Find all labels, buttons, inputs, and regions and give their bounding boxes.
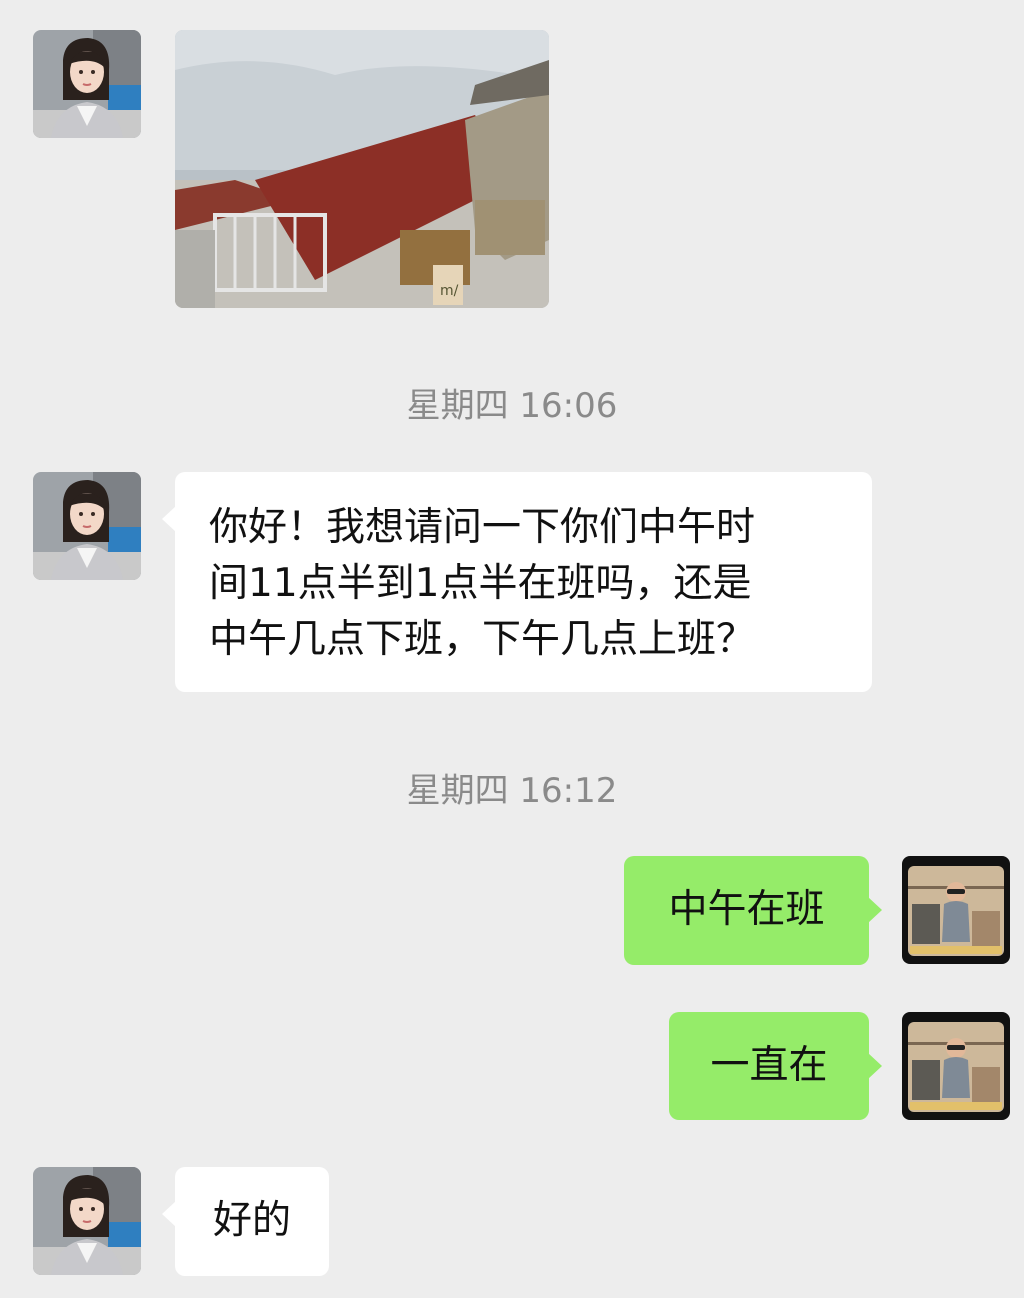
message-bubble-incoming[interactable]: 你好！我想请问一下你们中午时 间11点半到1点半在班吗，还是 中午几点下班，下午… [162, 472, 872, 692]
message-text-line: 一直在 [710, 1043, 828, 1088]
self-avatar[interactable] [902, 1012, 1010, 1120]
message-text-line: 中午在班 [668, 887, 825, 932]
contact-avatar[interactable] [33, 472, 141, 580]
photo-caption: m/ [440, 283, 459, 299]
rooftop-photo[interactable]: m/ [175, 30, 549, 308]
message-text-line: 你好！我想请问一下你们中午时 [209, 505, 756, 550]
message-bubble-outgoing[interactable]: 一直在 [669, 1012, 882, 1120]
contact-avatar[interactable] [33, 1167, 141, 1275]
timestamp: 星期四 16:12 [406, 771, 618, 811]
contact-avatar[interactable] [33, 30, 141, 138]
message-text-line: 中午几点下班，下午几点上班？ [209, 617, 756, 662]
message-bubble-outgoing[interactable]: 中午在班 [624, 856, 882, 965]
message-text-line: 好的 [212, 1198, 291, 1243]
timestamp: 星期四 16:06 [406, 386, 618, 426]
self-avatar[interactable] [902, 856, 1010, 964]
message-text-line: 间11点半到1点半在班吗，还是 [209, 561, 752, 606]
message-bubble-incoming[interactable]: 好的 [162, 1167, 329, 1276]
